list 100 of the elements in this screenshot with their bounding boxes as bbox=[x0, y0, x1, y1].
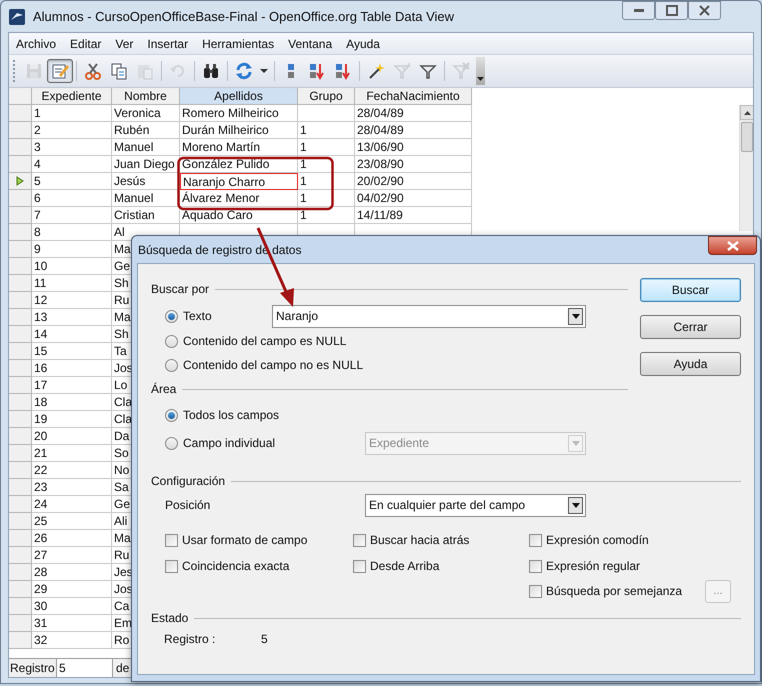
table-cell: 1 bbox=[298, 139, 355, 156]
close-icon bbox=[699, 5, 710, 16]
table-cell: 32 bbox=[32, 632, 112, 649]
radio-label[interactable]: Contenido del campo no es NULL bbox=[183, 356, 364, 374]
menu-item[interactable]: Editar bbox=[69, 34, 102, 52]
table-cell: Naranjo Charro bbox=[180, 173, 298, 190]
record-number: 5 bbox=[261, 631, 268, 648]
table-cell: 14/11/89 bbox=[355, 207, 472, 224]
table-cell: 28/04/89 bbox=[355, 105, 472, 122]
checkbox-label[interactable]: Expresión comodín bbox=[546, 531, 649, 549]
checkbox-label[interactable]: Desde Arriba bbox=[370, 557, 440, 575]
menu-item[interactable]: Ventana bbox=[287, 34, 334, 52]
checkbox-label[interactable]: Coincidencia exacta bbox=[182, 557, 290, 575]
close-icon bbox=[726, 240, 738, 250]
radio-button[interactable] bbox=[165, 358, 178, 372]
dropdown-caret-icon bbox=[260, 69, 268, 73]
app-icon bbox=[8, 8, 26, 26]
table-cell: 18 bbox=[32, 394, 112, 411]
close-button[interactable] bbox=[688, 1, 721, 20]
header-corner[interactable] bbox=[9, 88, 32, 105]
table-cell: 27 bbox=[32, 547, 112, 564]
dialog-button[interactable]: Buscar bbox=[640, 278, 741, 302]
column-header[interactable]: FechaNacimiento bbox=[355, 88, 472, 105]
menu-item[interactable]: Herramientas bbox=[201, 34, 276, 52]
table-cell: 20/02/90 bbox=[355, 173, 472, 190]
table-cell: 8 bbox=[32, 224, 112, 241]
table-cell: 22 bbox=[32, 462, 112, 479]
scroll-thumb[interactable] bbox=[741, 122, 753, 152]
table-cell: 29 bbox=[32, 581, 112, 598]
close-button[interactable] bbox=[708, 236, 757, 255]
table-cell: 14 bbox=[32, 326, 112, 343]
radio-button[interactable] bbox=[165, 436, 178, 450]
cut-icon bbox=[83, 61, 103, 81]
table-cell: 24 bbox=[32, 496, 112, 513]
search-text-combo[interactable]: Naranjo bbox=[272, 304, 586, 328]
checkbox-label[interactable]: Buscar hacia atrás bbox=[370, 531, 470, 549]
radio-button[interactable] bbox=[165, 408, 178, 422]
radio-label[interactable]: Campo individual bbox=[183, 434, 276, 452]
position-combo[interactable]: En cualquier parte del campo bbox=[365, 494, 586, 516]
overflow-button[interactable] bbox=[476, 57, 485, 85]
table-cell: 12 bbox=[32, 292, 112, 309]
checkbox[interactable] bbox=[529, 560, 542, 572]
table-cell: Durán Milheirico bbox=[180, 122, 298, 139]
window-title: Alumnos - CursoOpenOfficeBase-Final - OpenOffice.org Table Data View bbox=[33, 8, 454, 26]
radio-button[interactable] bbox=[165, 334, 178, 348]
table-cell: 19 bbox=[32, 411, 112, 428]
checkbox[interactable] bbox=[529, 584, 542, 598]
table-cell: Manuel bbox=[112, 190, 180, 207]
menu-item[interactable]: Archivo bbox=[15, 34, 58, 52]
dialog-button[interactable]: Ayuda bbox=[640, 352, 741, 376]
maximize-icon bbox=[666, 5, 678, 16]
checkbox[interactable] bbox=[165, 560, 178, 572]
table-cell: 15 bbox=[32, 343, 112, 360]
table-cell: 13 bbox=[32, 309, 112, 326]
radio-label[interactable]: Texto bbox=[183, 307, 212, 325]
table-cell: 25 bbox=[32, 513, 112, 530]
table-cell: Álvarez Menor bbox=[180, 190, 298, 207]
checkbox-label[interactable]: Expresión regular bbox=[546, 557, 640, 575]
radio-label[interactable]: Todos los campos bbox=[183, 406, 280, 424]
menu-item[interactable]: Insertar bbox=[146, 34, 190, 52]
table-cell: 20 bbox=[32, 428, 112, 445]
column-header[interactable]: Expediente bbox=[32, 88, 112, 105]
checkbox[interactable] bbox=[165, 534, 178, 546]
scrollbar[interactable] bbox=[739, 105, 753, 231]
checkbox-label[interactable]: Usar formato de campo bbox=[182, 531, 308, 549]
table-cell: 1 bbox=[298, 122, 355, 139]
menu-item[interactable]: Ayuda bbox=[345, 34, 381, 52]
table-cell: Aquado Caro bbox=[180, 207, 298, 224]
checkbox[interactable] bbox=[529, 534, 542, 546]
row-header[interactable] bbox=[9, 173, 32, 190]
current-row-icon bbox=[16, 176, 24, 186]
checkbox[interactable] bbox=[353, 534, 366, 546]
checkbox-label[interactable]: Búsqueda por semejanza bbox=[546, 582, 682, 600]
table-cell: Juan Diego bbox=[112, 156, 180, 173]
table-cell: 28 bbox=[32, 564, 112, 581]
table-cell: Moreno Martín bbox=[180, 139, 298, 156]
caret-icon bbox=[477, 77, 484, 81]
table-cell: 28/04/89 bbox=[355, 122, 472, 139]
minimize-button[interactable] bbox=[622, 1, 655, 20]
checkbox[interactable] bbox=[353, 560, 366, 572]
table-cell: 1 bbox=[298, 190, 355, 207]
table-cell: 23 bbox=[32, 479, 112, 496]
table-cell: 13/06/90 bbox=[355, 139, 472, 156]
save-icon bbox=[24, 61, 44, 81]
column-header[interactable]: Grupo bbox=[298, 88, 355, 105]
column-header[interactable]: Nombre bbox=[112, 88, 180, 105]
record-field[interactable]: 5 bbox=[57, 659, 113, 677]
table-cell: 6 bbox=[32, 190, 112, 207]
table-cell: 7 bbox=[32, 207, 112, 224]
table-cell: 9 bbox=[32, 241, 112, 258]
radio-label[interactable]: Contenido del campo es NULL bbox=[183, 332, 346, 350]
table-cell: 1 bbox=[298, 156, 355, 173]
dialog-button[interactable]: Cerrar bbox=[640, 315, 741, 339]
radio-button[interactable] bbox=[165, 310, 178, 322]
dropdown-arrow-icon bbox=[572, 314, 580, 318]
status-text: de bbox=[115, 660, 130, 677]
table-cell: 21 bbox=[32, 445, 112, 462]
menu-item[interactable]: Ver bbox=[114, 34, 134, 52]
maximize-button[interactable] bbox=[655, 1, 688, 20]
column-header[interactable]: Apellidos bbox=[180, 88, 298, 105]
